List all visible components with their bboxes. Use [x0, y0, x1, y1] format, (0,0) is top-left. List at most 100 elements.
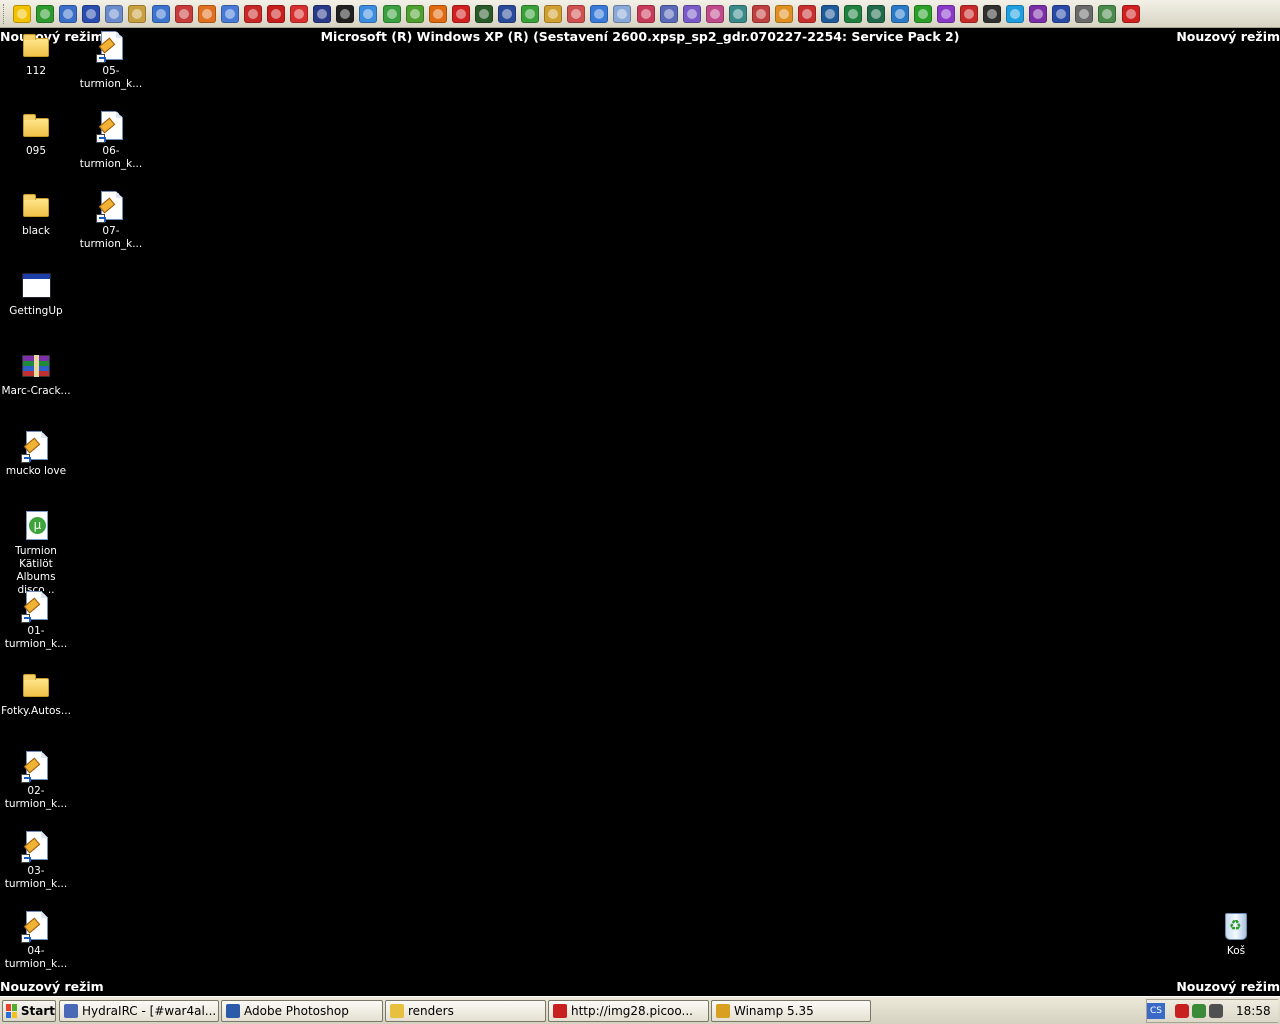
toolbar-grip[interactable] — [3, 3, 7, 24]
utorrent-icon[interactable] — [474, 4, 493, 23]
desktop-icon-label: Fotky.Autos... — [1, 705, 71, 717]
chart-icon[interactable] — [728, 4, 747, 23]
icq-icon[interactable] — [382, 4, 401, 23]
ball-icon[interactable] — [844, 4, 863, 23]
football-icon[interactable] — [982, 4, 1001, 23]
opera-red-icon[interactable] — [1121, 4, 1140, 23]
desktop-icon-mucko-love[interactable]: mucko love — [0, 430, 74, 478]
messenger-icon[interactable] — [359, 4, 378, 23]
safe-mode-label-bottom-left: Nouzový režim — [0, 979, 104, 994]
taskbar-button-hydrairc[interactable]: HydraIRC - [#war4al... — [59, 1000, 219, 1022]
ball-red-icon[interactable] — [959, 4, 978, 23]
taskbar-button-opera-browser[interactable]: http://img28.picoo... — [548, 1000, 709, 1022]
winamp-icon — [716, 1004, 730, 1018]
taskbar-button-label: renders — [408, 1004, 454, 1018]
word-icon[interactable] — [1052, 4, 1071, 23]
shield-icon[interactable] — [497, 4, 516, 23]
language-indicator[interactable]: CS — [1147, 1003, 1165, 1019]
desktop-icon-marc-crack[interactable]: Marc-Crack... — [0, 350, 74, 398]
winrar-icon[interactable] — [1029, 4, 1048, 23]
console-icon[interactable] — [336, 4, 355, 23]
desktop-icon-01-turmion[interactable]: 01-turmion_k... — [0, 590, 74, 651]
taskbar-button-label: Winamp 5.35 — [734, 1004, 814, 1018]
music-icon[interactable] — [636, 4, 655, 23]
floppy-icon[interactable] — [82, 4, 101, 23]
folder-icon — [20, 670, 52, 702]
windows-logo-icon — [6, 1004, 17, 1018]
safe-mode-label-bottom-right: Nouzový režim — [1176, 979, 1280, 994]
gear-icon[interactable] — [567, 4, 586, 23]
leaf-icon[interactable] — [405, 4, 424, 23]
desktop-icon-label: 01-turmion_k... — [4, 625, 68, 650]
desktop-icon-gettingup[interactable]: GettingUp — [0, 270, 74, 318]
taskbar-button-photoshop[interactable]: Adobe Photoshop — [221, 1000, 383, 1022]
network-icon[interactable] — [1098, 4, 1117, 23]
pdf-icon[interactable] — [267, 4, 286, 23]
shortcut-icon — [20, 590, 52, 623]
desktop-icon-04-turmion[interactable]: 04-turmion_k... — [0, 910, 74, 971]
earth-icon[interactable] — [890, 4, 909, 23]
clover-icon[interactable] — [36, 4, 55, 23]
snow-icon[interactable] — [613, 4, 632, 23]
start-button[interactable]: Start — [2, 1000, 56, 1022]
desktop-icon-recycle-bin[interactable]: Koš — [1198, 910, 1274, 958]
photoshop-icon — [226, 1004, 240, 1018]
utorrent-green-icon[interactable] — [521, 4, 540, 23]
desktop-icon-07-turmion[interactable]: 07-turmion_k... — [73, 190, 149, 251]
desktop-icon-095[interactable]: 095 — [0, 110, 74, 158]
clock-icon[interactable] — [775, 4, 794, 23]
wand-icon[interactable] — [705, 4, 724, 23]
firefox-icon[interactable] — [428, 4, 447, 23]
printer-icon[interactable] — [128, 4, 147, 23]
system-tray: CS 18:58 — [1146, 999, 1278, 1023]
paint-icon[interactable] — [752, 4, 770, 23]
taskbar-button-label: HydraIRC - [#war4al... — [82, 1004, 217, 1018]
clock[interactable]: 18:58 — [1236, 1004, 1271, 1018]
safe-mode-label-top-right: Nouzový režim — [1176, 29, 1280, 44]
diamond-green-icon[interactable] — [913, 4, 932, 23]
opera-icon[interactable] — [451, 4, 470, 23]
folder-icon — [390, 1004, 404, 1018]
usb-icon[interactable] — [105, 4, 124, 23]
opera-icon — [553, 1004, 567, 1018]
eye-icon[interactable] — [1075, 4, 1094, 23]
media-icon[interactable] — [313, 4, 332, 23]
tools-icon[interactable] — [174, 4, 193, 23]
desktop-icon-turmion-albums[interactable]: Turmion Kätilöt Albums disco... — [0, 510, 74, 597]
recycle-bin-icon — [1220, 910, 1252, 942]
ie-icon[interactable] — [590, 4, 609, 23]
diamond-purple-icon[interactable] — [936, 4, 955, 23]
desktop-icon-label: GettingUp — [9, 305, 63, 317]
globe-icon[interactable] — [59, 4, 78, 23]
desktop-icon-06-turmion[interactable]: 06-turmion_k... — [73, 110, 149, 171]
phone-icon[interactable] — [151, 4, 170, 23]
mp3-icon[interactable] — [798, 4, 817, 23]
photo-icon[interactable] — [659, 4, 678, 23]
pen-icon[interactable] — [220, 4, 239, 23]
desktop-icon-03-turmion[interactable]: 03-turmion_k... — [0, 830, 74, 891]
flame-icon[interactable] — [197, 4, 216, 23]
taskbar-button-renders[interactable]: renders — [385, 1000, 546, 1022]
ticket-icon[interactable] — [544, 4, 563, 23]
arrow-tray-icon[interactable] — [1209, 1004, 1223, 1018]
network-tray-icon[interactable] — [1192, 1004, 1206, 1018]
skype-icon[interactable] — [1006, 4, 1025, 23]
acrobat-icon[interactable] — [290, 4, 309, 23]
desktop-icon-02-turmion[interactable]: 02-turmion_k... — [0, 750, 74, 811]
shortcut-icon — [20, 430, 52, 463]
winamp-icon[interactable] — [13, 4, 31, 23]
desktop-icon-05-turmion[interactable]: 05-turmion_k... — [73, 30, 149, 91]
application-window-icon — [20, 270, 52, 302]
frame-icon[interactable] — [682, 4, 701, 23]
tool-red-icon[interactable] — [243, 4, 262, 23]
shortcut-icon — [20, 750, 52, 783]
opera-tray-icon[interactable] — [1175, 1004, 1189, 1018]
desktop-icon-fotky-autos[interactable]: Fotky.Autos... — [0, 670, 74, 718]
shortcut-icon — [95, 110, 127, 143]
desktop-icon-112[interactable]: 112 — [0, 30, 74, 78]
clover-dark-icon[interactable] — [867, 4, 886, 23]
taskbar-button-winamp[interactable]: Winamp 5.35 — [711, 1000, 871, 1022]
os-version-banner: Microsoft (R) Windows XP (R) (Sestavení … — [320, 29, 960, 44]
up-icon[interactable] — [821, 4, 840, 23]
desktop-icon-black[interactable]: black — [0, 190, 74, 238]
